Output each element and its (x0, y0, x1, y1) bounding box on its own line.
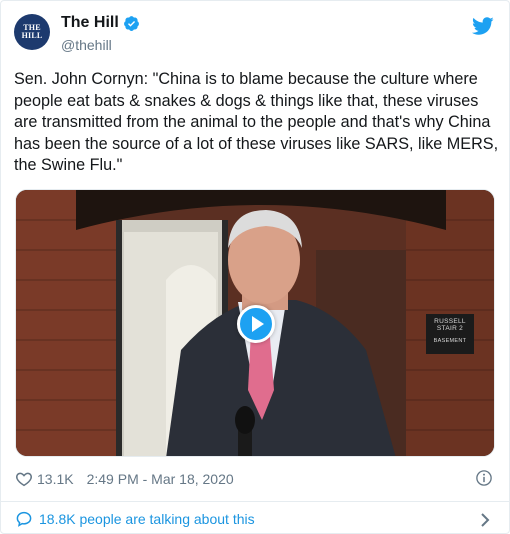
like-count[interactable]: 13.1K (37, 471, 74, 487)
divider (1, 501, 510, 502)
avatar[interactable]: THE HILL (14, 14, 50, 50)
author-name-label: The Hill (61, 14, 119, 31)
video-player[interactable]: RUSSELL STAIR 2 BASEMENT (15, 189, 495, 457)
info-icon[interactable] (475, 469, 493, 487)
heart-icon[interactable] (15, 470, 33, 488)
sign-line-3: BASEMENT (433, 338, 467, 344)
tweet-text: Sen. John Cornyn: "China is to blame bec… (14, 70, 499, 174)
tweet-card: THE HILL The Hill @thehill Sen. John Cor… (0, 0, 510, 534)
author-name[interactable]: The Hill (61, 14, 140, 32)
tweet-meta: 13.1K 2:49 PM - Mar 18, 2020 (15, 470, 234, 488)
verified-badge-icon (123, 15, 139, 31)
tweet-timestamp[interactable]: 2:49 PM - Mar 18, 2020 (87, 471, 234, 487)
sign-plaque: RUSSELL STAIR 2 BASEMENT (426, 314, 474, 354)
avatar-text-line-2: HILL (21, 31, 43, 40)
chevron-right-icon[interactable] (478, 512, 492, 528)
speech-bubble-icon (16, 511, 32, 527)
play-icon[interactable] (237, 305, 275, 343)
sign-line-1: RUSSELL (434, 318, 466, 325)
author-handle[interactable]: @thehill (61, 37, 112, 53)
talking-link[interactable]: 18.8K people are talking about this (15, 510, 255, 528)
twitter-bird-icon[interactable] (472, 15, 494, 37)
sign-line-2: STAIR 2 (436, 325, 464, 332)
talking-label: 18.8K people are talking about this (39, 511, 255, 527)
